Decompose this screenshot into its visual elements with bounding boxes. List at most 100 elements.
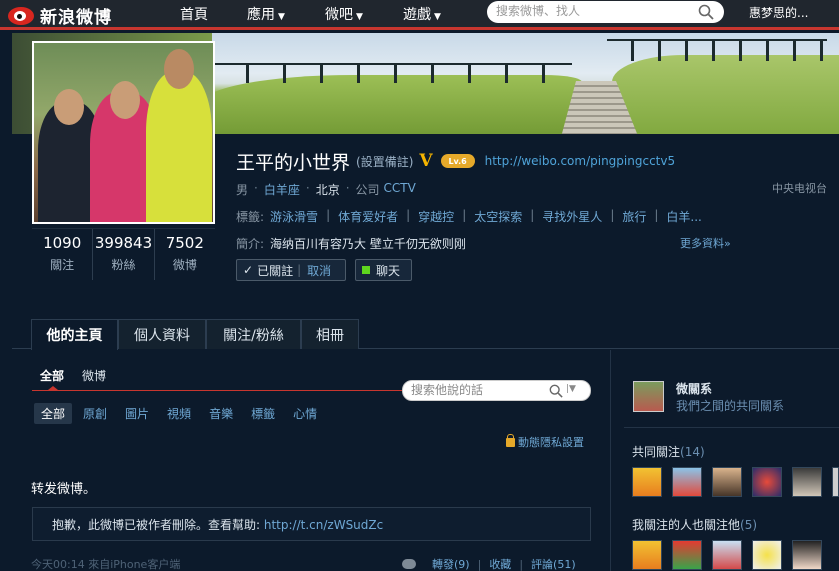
level-badge-icon[interactable]: Lv.6: [440, 154, 475, 168]
city-link[interactable]: 北京: [316, 181, 340, 198]
user-avatar[interactable]: [712, 467, 742, 497]
right-sidebar: 微關系 我們之間的共同關系 共同關注(14) 我關注的人也關注他(5): [612, 350, 839, 571]
help-link[interactable]: http://t.cn/zWSudZc: [264, 518, 383, 532]
subtab-weibo[interactable]: 微博: [82, 367, 106, 384]
more-info-link[interactable]: 更多資料»: [680, 235, 731, 251]
profile-name: 王平的小世界: [236, 151, 351, 174]
nav-weiba[interactable]: 微吧 ▼: [325, 4, 363, 24]
subtab-all[interactable]: 全部: [40, 367, 64, 384]
profile-avatar[interactable]: [32, 41, 215, 224]
feed-search: |▼: [402, 380, 591, 401]
comment-button[interactable]: 評論(51): [531, 556, 576, 571]
search-icon[interactable]: [698, 4, 714, 20]
set-remark-link[interactable]: (設置備註): [356, 153, 413, 170]
user-avatar[interactable]: [632, 467, 662, 497]
tab-follow-fans[interactable]: 關注/粉絲: [206, 319, 301, 349]
nav-home[interactable]: 首頁: [180, 4, 208, 24]
user-avatar[interactable]: [632, 540, 662, 570]
tag-link[interactable]: 穿越控: [418, 208, 454, 225]
tag-link[interactable]: 太空探索: [474, 208, 522, 225]
stat-followers[interactable]: 399843 粉絲: [92, 229, 153, 280]
filter-music[interactable]: 音樂: [202, 403, 240, 424]
user-avatar[interactable]: [712, 540, 742, 570]
divider: [624, 427, 839, 428]
tag-link[interactable]: 旅行: [622, 208, 646, 225]
tag-link[interactable]: 游泳滑雪: [270, 208, 318, 225]
filter-tags[interactable]: 標籤: [244, 403, 282, 424]
lock-icon: [506, 433, 515, 447]
global-search-input[interactable]: [496, 4, 696, 18]
tag-link[interactable]: 白羊...: [666, 208, 701, 225]
chevron-down-icon[interactable]: |▼: [566, 384, 576, 394]
weibo-logo[interactable]: 新浪微博: [8, 2, 112, 28]
online-status-icon: [362, 266, 370, 274]
company-label: 公司: [355, 183, 380, 197]
logo-text: 新浪微博: [40, 7, 112, 28]
audio-icon[interactable]: [402, 559, 416, 569]
user-avatar[interactable]: [792, 540, 822, 570]
user-avatar[interactable]: [672, 467, 702, 497]
chevron-down-icon: ▼: [356, 12, 363, 22]
tab-home[interactable]: 他的主頁: [31, 319, 118, 350]
feed-panel: 全部 微博 |▼ 全部 原創 圖片 視頻 音樂 標籤 心情 動態隱私設置 转发微…: [12, 350, 611, 571]
zodiac-link[interactable]: 白羊座: [264, 181, 300, 198]
top-navigation-bar: 新浪微博 首頁 應用▼ 微吧▼ 遊戲▼ 惠梦思的...: [0, 0, 839, 30]
intro-label: 簡介:: [236, 237, 265, 251]
privacy-settings-link[interactable]: 動態隱私設置: [506, 433, 584, 450]
repost-button[interactable]: 轉發(9): [432, 556, 470, 571]
profile-intro: 簡介: 海纳百川有容乃大 壁立千仞无欲则刚: [236, 235, 466, 252]
feed-search-input[interactable]: [411, 383, 541, 397]
favorite-button[interactable]: 收藏: [489, 556, 511, 571]
search-icon[interactable]: [549, 384, 563, 398]
user-avatar[interactable]: [792, 467, 822, 497]
check-icon: ✓: [243, 263, 254, 277]
relation-subtitle: 我們之間的共同關系: [676, 399, 785, 413]
common-follow-heading[interactable]: 共同關注(14): [632, 443, 705, 460]
profile-tabs: 他的主頁 個人資料 關注/粉絲 相冊: [12, 319, 839, 350]
chat-button[interactable]: 聊天: [355, 259, 412, 281]
stat-posts[interactable]: 7502 微博: [153, 229, 215, 280]
filter-videos[interactable]: 視頻: [160, 403, 198, 424]
intro-text: 海纳百川有容乃大 壁立千仞无欲则刚: [270, 237, 466, 251]
nav-games[interactable]: 遊戲 ▼: [403, 4, 441, 24]
tab-album[interactable]: 相冊: [301, 319, 359, 349]
chevron-down-icon: ▼: [278, 12, 285, 22]
avatar-photo: [34, 43, 213, 222]
verified-icon[interactable]: V: [419, 151, 432, 171]
post-timestamp[interactable]: 今天00:14 來自iPhone客户端: [31, 556, 180, 571]
relation-title[interactable]: 微關系: [676, 380, 712, 397]
user-avatar[interactable]: [672, 540, 702, 570]
weibo-eye-icon: [8, 4, 36, 26]
tag-link[interactable]: 体育爱好者: [338, 208, 398, 225]
tag-link[interactable]: 寻找外星人: [542, 208, 602, 225]
tab-profile-info[interactable]: 個人資料: [118, 319, 206, 349]
profile-url-link[interactable]: http://weibo.com/pingpingcctv5: [485, 154, 676, 168]
nav-apps[interactable]: 應用 ▼: [247, 4, 285, 24]
unfollow-link[interactable]: 取消: [307, 262, 331, 279]
stat-following[interactable]: 1090 關注: [32, 229, 92, 280]
filter-images[interactable]: 圖片: [118, 403, 156, 424]
filter-all[interactable]: 全部: [34, 403, 73, 424]
profile-tags: 標籤: 游泳滑雪 | 体育爱好者 | 穿越控 | 太空探索 | 寻找外星人 | 旅行 | 白…: [236, 208, 702, 225]
gender: 男: [236, 183, 249, 197]
post-actions: 轉發(9) | 收藏 | 評論(51): [402, 556, 576, 571]
profile-name-row: 王平的小世界 (設置備註) V Lv.6 http://weibo.com/pi…: [236, 148, 675, 174]
deleted-message: 抱歉，此微博已被作者刪除。查看幫助:: [52, 518, 261, 532]
tags-label: 標籤:: [236, 210, 265, 224]
user-avatar[interactable]: [752, 540, 782, 570]
profile-stats: 1090 關注 399843 粉絲 7502 微博: [32, 228, 215, 280]
filter-mood[interactable]: 心情: [286, 403, 324, 424]
following-button[interactable]: ✓ 已關註 | 取消: [236, 259, 346, 281]
user-avatar[interactable]: [832, 467, 839, 497]
post-text: 转发微博。: [31, 482, 97, 497]
current-user-name[interactable]: 惠梦思的...: [749, 4, 808, 21]
company-description: 中央电视台: [772, 182, 827, 195]
profile-basic-info: 男 · 白羊座 · 北京 · 公司 CCTV: [236, 181, 416, 198]
user-avatar[interactable]: [752, 467, 782, 497]
company-link[interactable]: CCTV: [384, 181, 416, 198]
filter-original[interactable]: 原創: [76, 403, 114, 424]
global-search: [487, 1, 724, 23]
relation-thumbnail[interactable]: [633, 381, 664, 412]
also-follow-heading[interactable]: 我關注的人也關注他(5): [632, 516, 757, 533]
chevron-down-icon: ▼: [434, 12, 441, 22]
